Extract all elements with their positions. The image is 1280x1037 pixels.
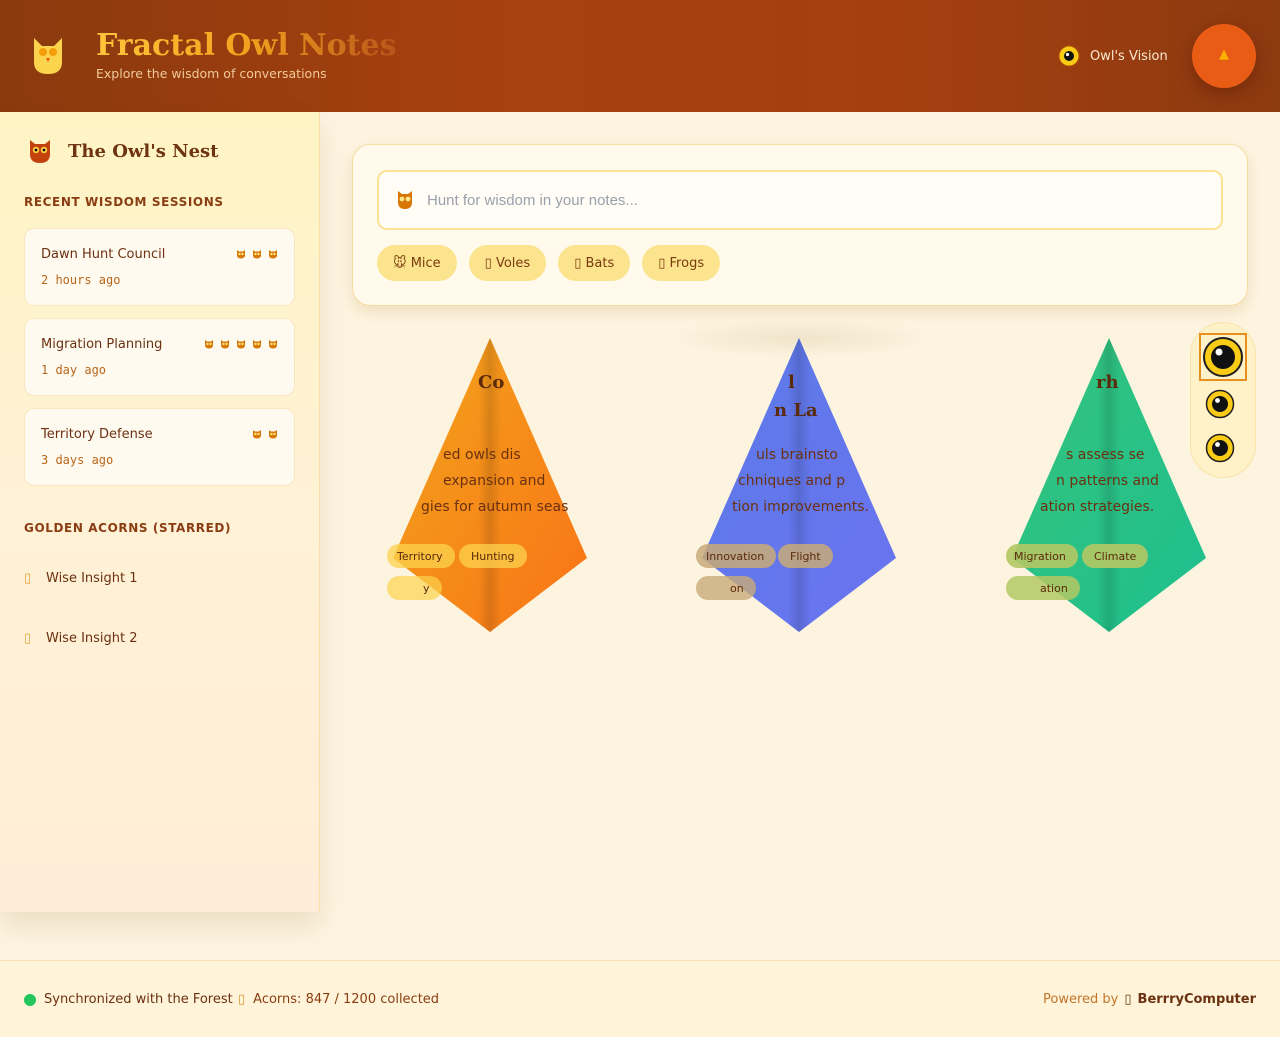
session-item-migration[interactable]: Migration Planning 1 day ago	[24, 318, 295, 396]
owl-rating-icon	[205, 340, 213, 349]
card-title-line-2: n La	[774, 400, 818, 421]
scroll-top-button[interactable]: ▲	[1192, 24, 1256, 88]
owl-rating-icon	[269, 340, 277, 349]
owl-rating-icon	[253, 340, 261, 349]
card-desc-line-3: ation strategies.	[1040, 499, 1155, 515]
starred-label: Wise Insight 2	[46, 631, 138, 646]
acorn-counter: ▯ Acorns: 847 / 1200 collected	[238, 992, 439, 1007]
owl-rating-icon	[269, 430, 277, 439]
acorn-icon: ▯	[238, 992, 246, 1007]
footer: Synchronized with the Forest ▯ Acorns: 8…	[0, 960, 1280, 1037]
search-box	[377, 170, 1223, 230]
acorn-icon: ▯	[24, 571, 32, 586]
owl-search-icon	[398, 191, 412, 209]
owl-rating-icon	[237, 250, 245, 259]
tag-hunting[interactable]: Hunting	[459, 544, 527, 568]
owl-rating-icon	[221, 340, 229, 349]
chip-voles[interactable]: ▯ Voles	[468, 245, 547, 281]
card-desc-line-2: n patterns and	[1056, 473, 1159, 489]
acorn-count-label: Acorns: 847 / 1200 collected	[253, 992, 440, 1007]
app-title: Fractal Owl Notes	[96, 26, 396, 66]
card-title: rh	[1096, 372, 1119, 393]
owl-rating-icon	[253, 430, 261, 439]
acorn-icon: ▯	[24, 631, 32, 646]
session-time: 1 day ago	[41, 363, 107, 377]
tag-partial[interactable]: on	[696, 576, 756, 600]
session-rating	[252, 429, 278, 439]
card-title: Co	[478, 372, 505, 393]
sidebar-header: The Owl's Nest	[28, 138, 218, 164]
chip-frogs[interactable]: ▯ Frogs	[642, 245, 721, 281]
powered-by: Powered by ▯ BerrryComputer	[1043, 992, 1256, 1007]
tag-flight[interactable]: Flight	[778, 544, 833, 568]
tag-territory[interactable]: Territory	[387, 544, 455, 568]
chip-bats[interactable]: ▯ Bats	[558, 245, 631, 281]
eye-icon	[1058, 45, 1080, 67]
tag-innovation[interactable]: Innovation	[696, 544, 777, 568]
eye-view-3-icon[interactable]	[1205, 433, 1235, 463]
card-desc-line-1: s assess se	[1066, 447, 1145, 463]
brand-icon: ▯	[1124, 992, 1132, 1007]
note-card-1[interactable]: Co ed owls dis expansion and gies for au…	[387, 338, 593, 632]
search-input[interactable]	[427, 172, 1207, 228]
owl-rating-icon	[269, 250, 277, 259]
sidebar-title: The Owl's Nest	[68, 140, 219, 162]
tag-climate[interactable]: Climate	[1082, 544, 1149, 568]
brand-link[interactable]: BerrryComputer	[1138, 992, 1256, 1007]
owls-vision-label: Owl's Vision	[1090, 48, 1168, 64]
eye-view-2-icon[interactable]	[1205, 389, 1235, 419]
card-title-line-1: l	[788, 372, 795, 393]
card-desc-line-2: expansion and	[443, 473, 546, 489]
session-time: 2 hours ago	[41, 273, 121, 287]
session-item-territory[interactable]: Territory Defense 3 days ago	[24, 408, 295, 486]
card-desc-line-2: chniques and p	[738, 473, 846, 489]
tag-partial[interactable]: y	[387, 576, 442, 600]
session-title: Dawn Hunt Council	[41, 247, 166, 262]
app-subtitle: Explore the wisdom of conversations	[96, 66, 327, 81]
card-desc-line-1: uls brainsto	[756, 447, 838, 463]
card-desc-line-3: tion improvements.	[732, 499, 869, 515]
sidebar: The Owl's Nest RECENT WISDOM SESSIONS Da…	[0, 112, 320, 912]
owl-rating-icon	[237, 340, 245, 349]
arrow-up-icon: ▲	[1219, 46, 1229, 62]
session-time: 3 days ago	[41, 453, 114, 467]
note-card-2[interactable]: l n La uls brainsto chniques and p tion …	[696, 338, 902, 632]
note-card-3[interactable]: rh s assess se n patterns and ation stra…	[1006, 338, 1212, 632]
app-header: Fractal Owl Notes Explore the wisdom of …	[0, 0, 1280, 112]
session-rating	[236, 249, 278, 259]
session-rating	[204, 339, 278, 349]
sync-label: Synchronized with the Forest	[44, 992, 233, 1007]
tag-migration[interactable]: Migration	[1006, 544, 1078, 568]
session-item-dawn-hunt[interactable]: Dawn Hunt Council 2 hours ago	[24, 228, 295, 306]
powered-label: Powered by	[1043, 992, 1119, 1007]
eye-view-1-icon[interactable]	[1202, 336, 1244, 378]
owl-icon	[30, 140, 50, 163]
view-switcher	[1190, 322, 1256, 478]
recent-sessions-heading: RECENT WISDOM SESSIONS	[24, 195, 224, 209]
starred-heading: GOLDEN ACORNS (STARRED)	[24, 521, 232, 535]
card-desc-line-1: ed owls dis	[443, 447, 521, 463]
owl-rating-icon	[253, 250, 261, 259]
starred-item-1[interactable]: ▯ Wise Insight 1	[24, 571, 138, 586]
owls-vision-toggle[interactable]: Owl's Vision	[1058, 45, 1168, 67]
session-title: Migration Planning	[41, 337, 163, 352]
tag-partial[interactable]: ation	[1006, 576, 1080, 600]
starred-label: Wise Insight 1	[46, 571, 138, 586]
filter-chips: 🐭 Mice ▯ Voles ▯ Bats ▯ Frogs	[377, 245, 721, 281]
card-desc-line-3: gies for autumn seas	[421, 499, 569, 515]
owl-logo-icon	[34, 38, 62, 74]
chip-mice[interactable]: 🐭 Mice	[377, 245, 457, 281]
starred-item-2[interactable]: ▯ Wise Insight 2	[24, 631, 138, 646]
search-panel: 🐭 Mice ▯ Voles ▯ Bats ▯ Frogs	[352, 144, 1248, 306]
sync-dot-icon	[24, 993, 36, 1006]
sync-status: Synchronized with the Forest	[24, 992, 233, 1007]
session-title: Territory Defense	[41, 427, 153, 442]
